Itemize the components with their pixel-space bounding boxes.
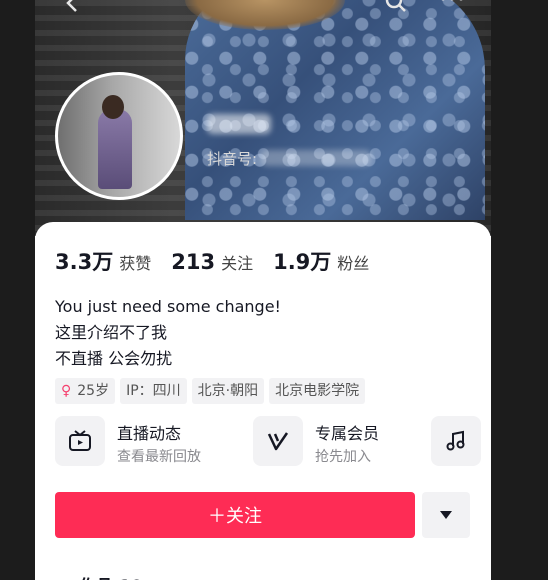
v-badge-icon[interactable] xyxy=(253,416,303,466)
tag-school[interactable]: 北京电影学院 xyxy=(269,378,366,404)
follow-button[interactable]: ＋关注 xyxy=(55,492,415,538)
chevron-left-icon[interactable] xyxy=(65,0,81,16)
more-actions-button[interactable] xyxy=(422,492,470,538)
stat-likes: 3.3万 获赞 xyxy=(55,246,151,276)
profile-cover: 抖音号: xyxy=(35,0,491,236)
tag-age: ♀ 25岁 xyxy=(55,378,116,404)
followers-label: 粉丝 xyxy=(337,254,370,273)
tag-ip: IP：四川 xyxy=(120,378,187,404)
likes-label: 获赞 xyxy=(119,254,152,273)
stat-following[interactable]: 213 关注 xyxy=(171,250,253,274)
avatar[interactable] xyxy=(55,72,183,200)
avatar-head xyxy=(102,95,124,119)
age-text: 25岁 xyxy=(77,383,110,399)
triangle-down-icon xyxy=(440,511,452,519)
douyin-id-label: 抖音号: xyxy=(207,150,258,168)
profile-card: 3.3万 获赞 213 关注 1.9万 粉丝 You just need som… xyxy=(35,222,491,580)
bio-line-2: 这里介绍不了我 xyxy=(55,323,168,342)
more-dots-icon[interactable] xyxy=(439,0,465,10)
stats-row: 3.3万 获赞 213 关注 1.9万 粉丝 xyxy=(55,246,389,276)
profile-tags: ♀ 25岁 IP：四川 北京·朝阳 北京电影学院 xyxy=(55,378,370,404)
live-shortcut-title[interactable]: 直播动态 xyxy=(117,420,181,444)
tab-works[interactable]: 作品 10 ▾ xyxy=(79,572,157,580)
stat-followers[interactable]: 1.9万 粉丝 xyxy=(273,246,369,276)
douyin-id-blurred xyxy=(261,150,371,166)
bio: You just need some change! 这里介绍不了我 不直播 公… xyxy=(55,294,281,372)
female-icon: ♀ xyxy=(61,383,72,399)
member-shortcut-title[interactable]: 专属会员 xyxy=(315,420,379,444)
tv-icon[interactable] xyxy=(55,416,105,466)
music-note-icon[interactable] xyxy=(431,416,481,466)
username-blurred xyxy=(207,114,271,134)
bio-line-3: 不直播 公会勿扰 xyxy=(55,349,173,368)
search-icon[interactable] xyxy=(385,0,407,18)
member-shortcut-subtitle: 抢先加入 xyxy=(315,449,371,465)
cover-photo xyxy=(185,0,485,220)
likes-count: 3.3万 xyxy=(55,250,114,274)
followers-count: 1.9万 xyxy=(273,250,332,274)
avatar-person xyxy=(98,109,132,189)
shortcut-row: 直播动态 查看最新回放 专属会员 抢先加入 xyxy=(55,416,491,468)
tag-location[interactable]: 北京·朝阳 xyxy=(191,378,265,404)
profile-screen: 抖音号: 3.3万 获赞 213 关注 1.9万 粉丝 You just nee… xyxy=(35,0,491,580)
live-shortcut-subtitle: 查看最新回放 xyxy=(117,449,201,465)
bio-line-1: You just need some change! xyxy=(55,297,281,316)
following-count: 213 xyxy=(171,250,216,274)
following-label: 关注 xyxy=(221,254,254,273)
